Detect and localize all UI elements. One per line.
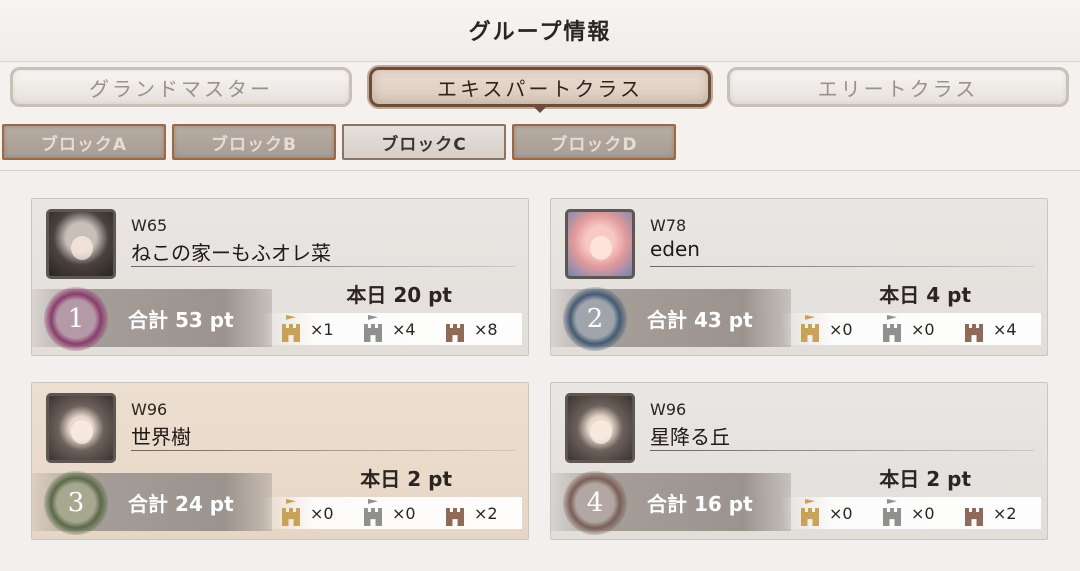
gold-tower-icon	[280, 313, 302, 345]
bronze-count: ×2	[993, 503, 1017, 523]
tab-grandmaster[interactable]: グランドマスター	[10, 67, 352, 107]
tab-elite-class[interactable]: エリートクラス	[727, 67, 1069, 107]
group-avatar	[46, 393, 116, 463]
header-bar: グループ情報	[0, 0, 1080, 62]
group-card-own[interactable]: W96 世界樹 3 合計 24 pt 本日 2 pt ×0 ×0 ×2	[31, 382, 529, 540]
gold-count: ×0	[829, 503, 853, 523]
silver-count: ×4	[392, 319, 416, 339]
group-card[interactable]: W96 星降る丘 4 合計 16 pt 本日 2 pt ×0 ×0 ×2	[550, 382, 1048, 540]
group-avatar	[565, 393, 635, 463]
silver-tower-icon	[362, 497, 384, 529]
group-ranking-panel: W65 ねこの家ーもふオレ菜 1 合計 53 pt 本日 20 pt ×1 ×4…	[0, 170, 1080, 571]
group-name: 星降る丘	[650, 425, 730, 449]
block-tab-bar: ブロックA ブロックB ブロックC ブロックD	[0, 124, 700, 160]
bronze-tower-icon	[444, 497, 466, 529]
group-name: 世界樹	[131, 425, 191, 449]
silver-count: ×0	[911, 503, 935, 523]
tab-block-a[interactable]: ブロックA	[2, 124, 166, 160]
gold-tower-icon	[799, 313, 821, 345]
world-label: W96	[650, 400, 687, 419]
tab-block-b[interactable]: ブロックB	[172, 124, 336, 160]
total-points: 合計 43 pt	[647, 308, 753, 332]
group-card[interactable]: W78 eden 2 合計 43 pt 本日 4 pt ×0 ×0 ×4	[550, 198, 1048, 356]
gold-count: ×0	[829, 319, 853, 339]
tab-block-c[interactable]: ブロックC	[342, 124, 506, 160]
group-card[interactable]: W65 ねこの家ーもふオレ菜 1 合計 53 pt 本日 20 pt ×1 ×4…	[31, 198, 529, 356]
bronze-count: ×4	[993, 319, 1017, 339]
bronze-tower-icon	[963, 497, 985, 529]
total-points: 合計 16 pt	[647, 492, 753, 516]
rank-emblem: 4	[563, 471, 627, 535]
name-divider	[131, 450, 515, 451]
total-points: 合計 53 pt	[128, 308, 234, 332]
silver-tower-icon	[881, 313, 903, 345]
world-label: W78	[650, 216, 687, 235]
today-points: 本日 2 pt	[879, 467, 971, 491]
tower-counts: ×0 ×0 ×2	[781, 497, 1041, 529]
bronze-tower-icon	[444, 313, 466, 345]
gold-count: ×0	[310, 503, 334, 523]
rank-emblem: 3	[44, 471, 108, 535]
group-name: ねこの家ーもふオレ菜	[131, 241, 331, 265]
tower-counts: ×0 ×0 ×2	[262, 497, 522, 529]
bronze-count: ×2	[474, 503, 498, 523]
group-avatar	[565, 209, 635, 279]
tab-expert-class[interactable]: エキスパートクラス	[369, 67, 711, 113]
tab-block-d[interactable]: ブロックD	[512, 124, 676, 160]
today-points: 本日 4 pt	[879, 283, 971, 307]
today-points: 本日 20 pt	[346, 283, 452, 307]
silver-tower-icon	[362, 313, 384, 345]
world-label: W96	[131, 400, 168, 419]
class-tab-bar: グランドマスター エキスパートクラス エリートクラス	[0, 62, 1080, 118]
gold-tower-icon	[799, 497, 821, 529]
gold-count: ×1	[310, 319, 334, 339]
name-divider	[131, 266, 515, 267]
page-title: グループ情報	[468, 19, 612, 45]
rank-emblem: 1	[44, 287, 108, 351]
bronze-count: ×8	[474, 319, 498, 339]
bronze-tower-icon	[963, 313, 985, 345]
world-label: W65	[131, 216, 168, 235]
total-points: 合計 24 pt	[128, 492, 234, 516]
silver-tower-icon	[881, 497, 903, 529]
tower-counts: ×1 ×4 ×8	[262, 313, 522, 345]
silver-count: ×0	[392, 503, 416, 523]
tower-counts: ×0 ×0 ×4	[781, 313, 1041, 345]
group-avatar	[46, 209, 116, 279]
group-name: eden	[650, 237, 700, 261]
name-divider	[650, 450, 1034, 451]
silver-count: ×0	[911, 319, 935, 339]
today-points: 本日 2 pt	[360, 467, 452, 491]
gold-tower-icon	[280, 497, 302, 529]
name-divider	[650, 266, 1034, 267]
rank-emblem: 2	[563, 287, 627, 351]
